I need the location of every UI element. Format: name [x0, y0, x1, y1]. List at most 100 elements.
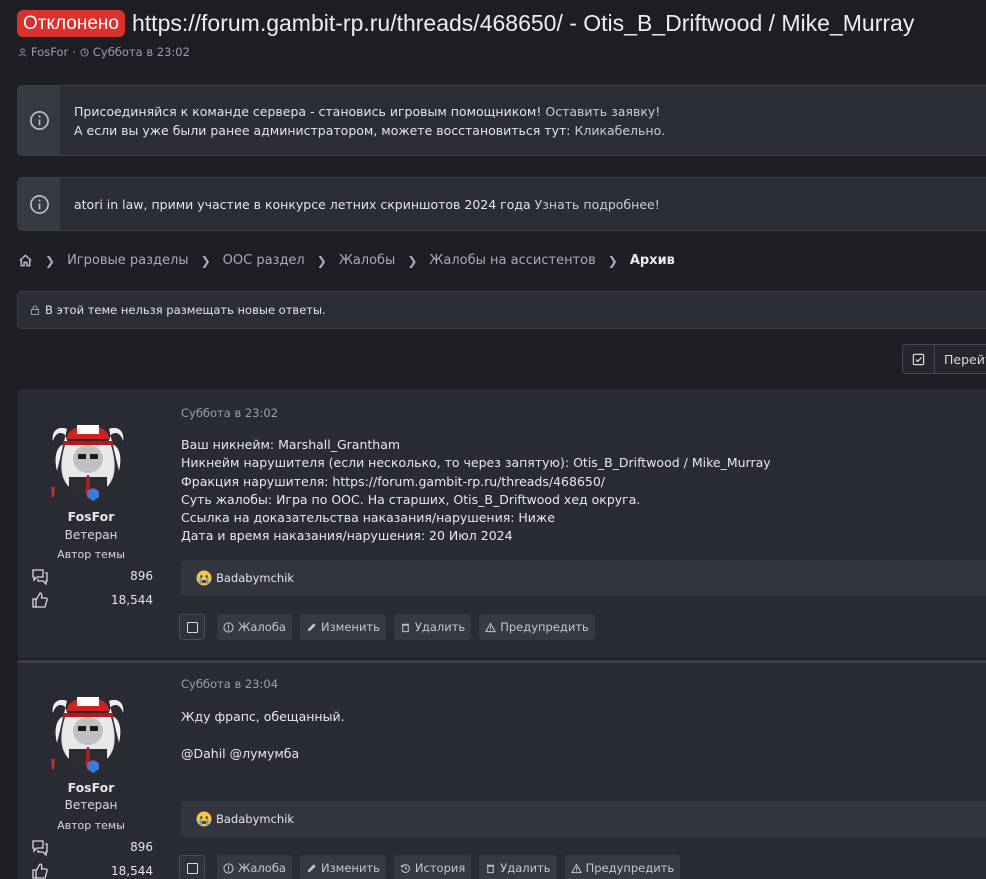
avatar[interactable] [47, 683, 129, 773]
action-label[interactable]: История [415, 861, 465, 875]
notice-line: Присоединяйся к команде сервера - станов… [74, 102, 665, 121]
lock-icon [31, 305, 39, 315]
post-line: Никнейм нарушителя (если несколько, то ч… [181, 455, 771, 471]
reaction-user[interactable]: Badabymchik [216, 812, 294, 826]
goto-button[interactable]: Перейти [902, 344, 986, 374]
post-line: Суть жалобы: Игра по OOC. На старших, Ot… [181, 491, 641, 507]
apply-link[interactable]: Оставить заявку! [545, 104, 660, 119]
breadcrumb-current[interactable]: Архив [630, 253, 675, 268]
status-label[interactable]: Отклонено [17, 10, 125, 37]
breadcrumb-item[interactable]: Жалобы на ассистентов [429, 253, 595, 268]
post-line [181, 726, 345, 744]
locked-text: В этой теме нельзя размещать новые ответ… [45, 303, 326, 317]
post-line: Фракция нарушителя: https://forum.gambit… [181, 473, 606, 489]
chevron-right-icon: ❯ [200, 253, 211, 268]
reactions-bar[interactable]: Badabymchik [181, 560, 986, 596]
messages-icon [32, 840, 48, 856]
user-icon [18, 47, 27, 57]
author-badge: Автор темы [57, 548, 125, 561]
notice-text: Присоединяйся к команде сервера - станов… [74, 103, 542, 119]
contest-link[interactable]: Узнать подробнее! [535, 197, 660, 212]
post: FosFor Ветеран Автор темы 896 18,544 Суб… [17, 389, 986, 658]
breadcrumb-item[interactable]: Жалобы [339, 253, 396, 268]
avatar[interactable] [47, 411, 129, 501]
stat-likes: 18,544 [31, 862, 153, 879]
post-line: Ваш никнейм: Marshall_Grantham [181, 437, 401, 452]
post: FosFor Ветеран Автор темы 896 18,544 Суб… [17, 660, 986, 879]
report-button[interactable]: Жалоба [217, 855, 292, 879]
action-label[interactable]: Предупредить [586, 861, 675, 875]
edit-icon [307, 863, 316, 872]
post-line: Жду фрапс, обещанный. [181, 709, 345, 724]
delete-button[interactable]: Удалить [479, 855, 557, 879]
messages-count: 896 [130, 569, 153, 583]
notice-recruitment: Присоединяйся к команде сервера - станов… [17, 85, 986, 156]
user-rank: Ветеран [64, 528, 118, 542]
chevron-right-icon: ❯ [316, 253, 327, 268]
post-actions: Жалоба Изменить Удалить Предупредить [179, 614, 595, 640]
report-button[interactable]: Жалоба [217, 614, 292, 640]
author-badge: Автор темы [57, 819, 125, 832]
stat-likes: 18,544 [31, 591, 153, 609]
breadcrumb-item[interactable]: Игровые разделы [67, 253, 189, 268]
breadcrumb-item[interactable]: OOC раздел [223, 253, 305, 268]
thread-header: Отклонено https://forum.gambit-rp.ru/thr… [17, 10, 914, 37]
chevron-right-icon: ❯ [407, 253, 418, 268]
thread-author[interactable]: FosFor [31, 45, 68, 59]
post-actions: Жалоба Изменить История Удалить Предупре… [179, 855, 681, 879]
page-title: https://forum.gambit-rp.ru/threads/46865… [132, 10, 915, 36]
action-label[interactable]: Удалить [500, 861, 550, 875]
post-line: Дата и время наказания/нарушения: 20 Июл… [181, 528, 513, 544]
warn-button[interactable]: Предупредить [564, 855, 681, 879]
info-icon [18, 86, 60, 155]
action-label[interactable]: Жалоба [238, 861, 286, 875]
messages-count: 896 [130, 840, 153, 854]
likes-count: 18,544 [111, 864, 153, 878]
delete-button[interactable]: Удалить [393, 614, 472, 640]
post-date[interactable]: Суббота в 23:02 [181, 406, 278, 420]
select-checkbox[interactable] [179, 614, 205, 640]
notice-text: А если вы уже были ранее администратором… [74, 122, 571, 138]
post-line: Ссылка на доказательства наказания/наруш… [181, 510, 555, 526]
reaction-user[interactable]: Badabymchik [216, 571, 294, 585]
history-icon [400, 863, 410, 873]
messages-icon [32, 569, 48, 585]
likes-count: 18,544 [111, 593, 153, 607]
select-checkbox[interactable] [179, 855, 205, 879]
notice-contest: atori in law, прими участие в конкурсе л… [17, 177, 986, 231]
likes-icon [32, 863, 48, 879]
action-label[interactable]: Удалить [415, 620, 465, 634]
post-date[interactable]: Суббота в 23:04 [181, 677, 278, 691]
report-icon [223, 621, 234, 633]
report-icon [223, 862, 234, 874]
goto-label[interactable]: Перейти [935, 352, 986, 367]
post-body: Ваш никнейм: Marshall_Grantham Никнейм н… [181, 436, 771, 546]
post-body: Жду фрапс, обещанный. @Dahil @лумумба [181, 708, 345, 763]
warn-icon [570, 862, 582, 873]
post-line: @Dahil @лумумба [181, 745, 300, 761]
username[interactable]: FosFor [17, 780, 165, 795]
home-icon[interactable] [18, 253, 33, 268]
username[interactable]: FosFor [17, 509, 165, 524]
edit-button[interactable]: Изменить [299, 614, 386, 640]
select-icon[interactable] [903, 345, 935, 373]
user-rank: Ветеран [64, 798, 118, 812]
thread-date[interactable]: Суббота в 23:02 [93, 45, 190, 59]
notice-line: А если вы уже были ранее администратором… [74, 121, 665, 140]
edit-button[interactable]: Изменить [299, 855, 386, 879]
action-label[interactable]: Изменить [321, 861, 380, 875]
history-button[interactable]: История [393, 855, 472, 879]
restore-link[interactable]: Кликабельно. [574, 123, 665, 138]
action-label[interactable]: Предупредить [500, 620, 589, 634]
meta-separator: · [72, 45, 76, 59]
action-label[interactable]: Изменить [321, 620, 380, 634]
action-label[interactable]: Жалоба [238, 620, 286, 634]
crying-emoji-icon [196, 811, 212, 827]
likes-icon [32, 592, 48, 608]
delete-icon [487, 864, 495, 873]
warn-button[interactable]: Предупредить [479, 614, 595, 640]
notice-text: atori in law, прими участие в конкурсе л… [74, 196, 531, 212]
reactions-bar[interactable]: Badabymchik [181, 801, 986, 837]
notice-line: atori in law, прими участие в конкурсе л… [74, 195, 660, 214]
stat-messages: 896 [31, 567, 153, 585]
